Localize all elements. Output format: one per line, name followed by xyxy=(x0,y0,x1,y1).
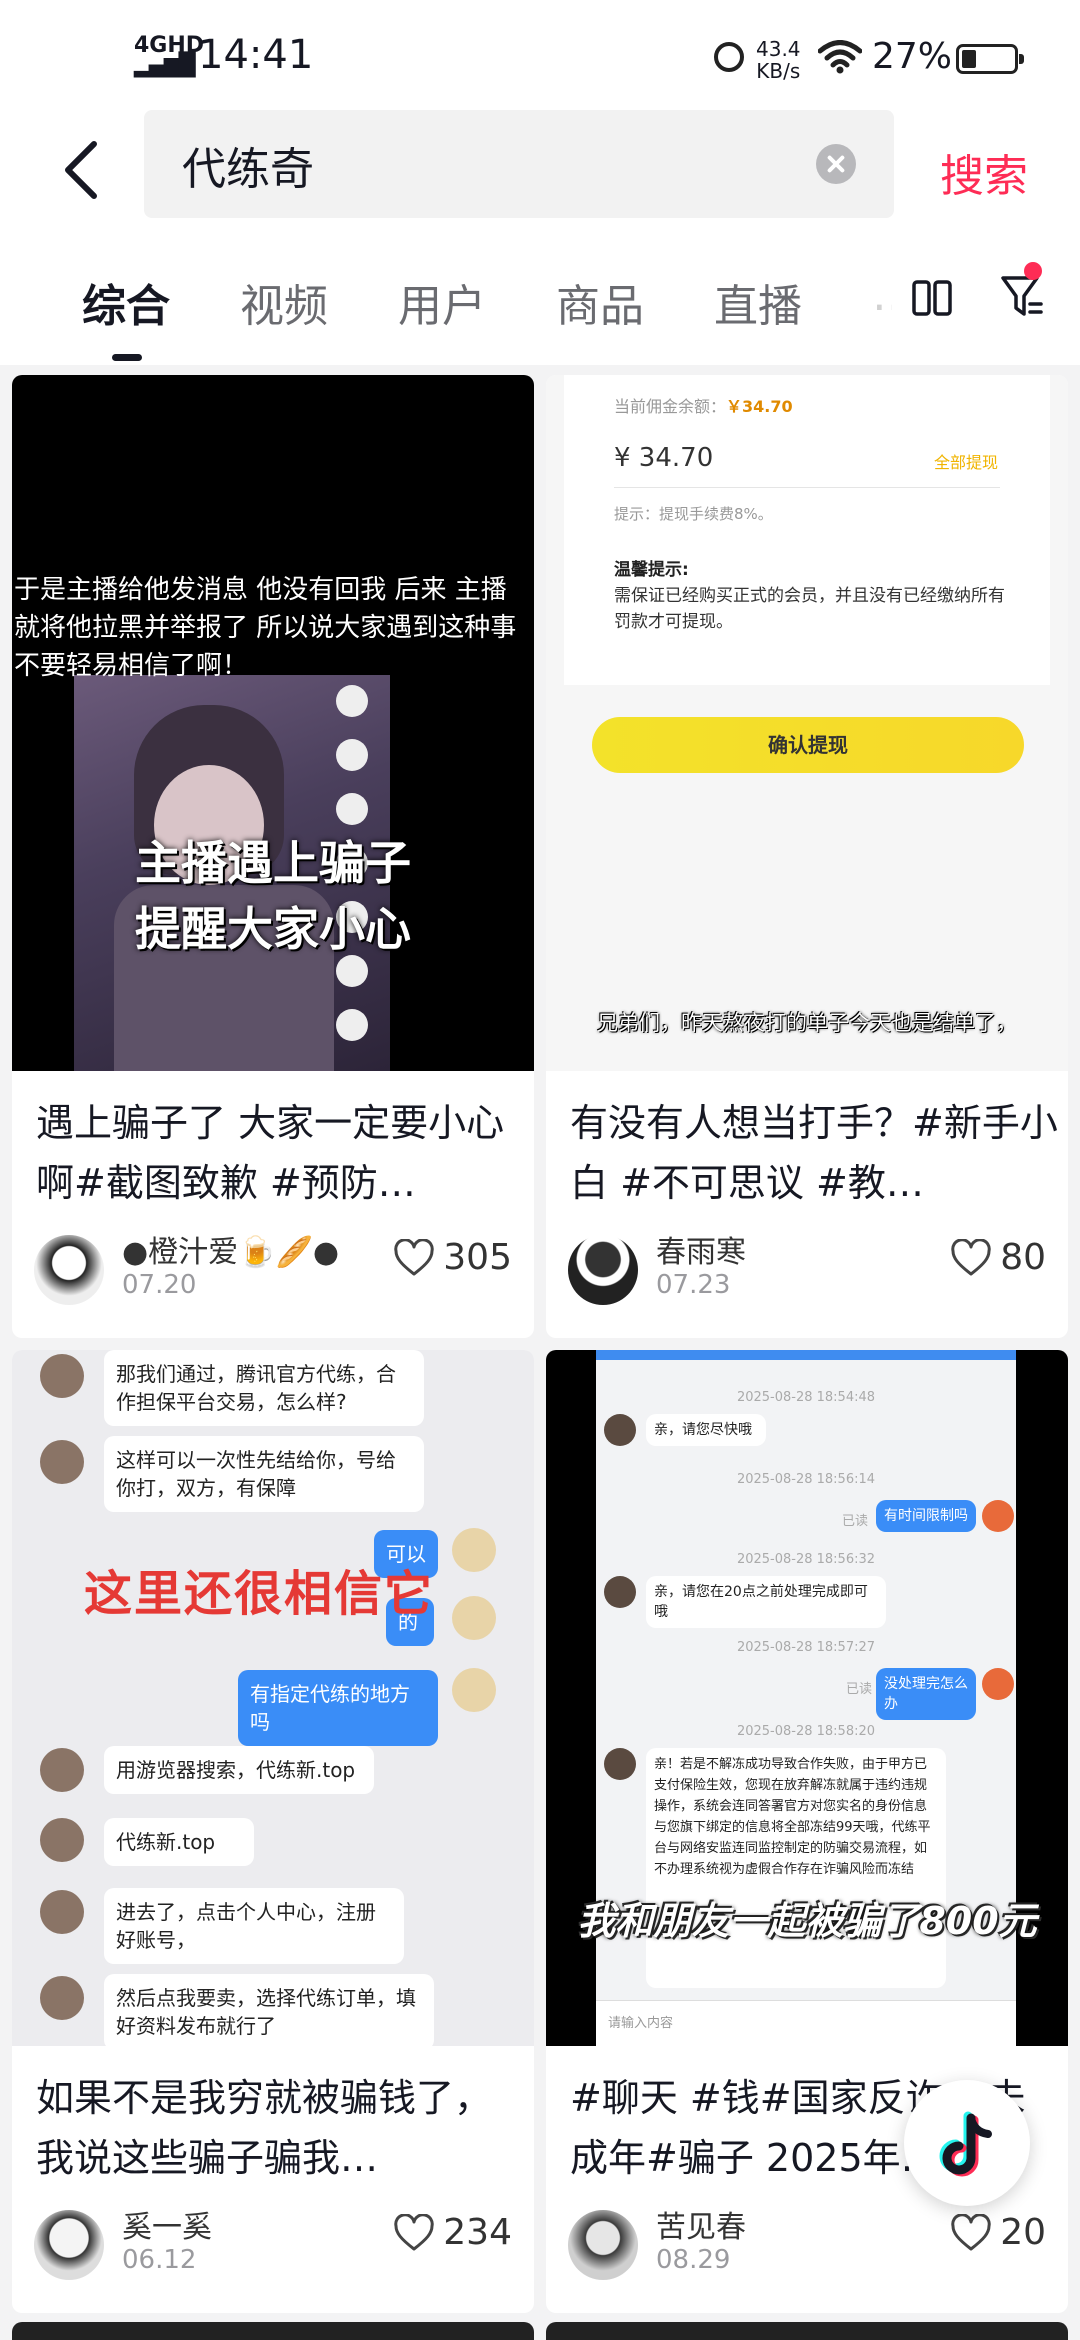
search-header: 搜索 xyxy=(0,110,1080,230)
filter-badge-dot xyxy=(1024,262,1042,280)
status-bar: 4GHD ▂▄▆█ 14:41 43.4 KB/s 27% xyxy=(0,0,1080,110)
post-date: 07.20 xyxy=(122,1270,197,1300)
video-card[interactable]: 那我们通过，腾讯官方代练，合作担保平台交易，怎么样? 这样可以一次性先结给你，号… xyxy=(12,1350,534,2313)
like-button[interactable]: 80 xyxy=(950,1237,1046,1278)
search-button[interactable]: 搜索 xyxy=(940,140,1028,204)
chat-message: 那我们通过，腾讯官方代练，合作担保平台交易，怎么样? xyxy=(104,1350,424,1426)
tab-comprehensive[interactable]: 综合 xyxy=(82,270,170,334)
author-name[interactable]: 苦见春 xyxy=(656,2202,746,2246)
cover-overlay-text: 我和朋友一起被骗了800元 xyxy=(577,1899,1037,1943)
avatar[interactable] xyxy=(568,1235,638,1305)
withdraw-panel: 当前佣金余额：￥34.70 ¥ 34.70 全部提现 提示：提现手续费8%。 温… xyxy=(564,375,1050,685)
filter-icon[interactable] xyxy=(1000,274,1044,320)
next-card-peek xyxy=(12,2322,534,2340)
like-count: 80 xyxy=(1000,1237,1046,1278)
avatar[interactable] xyxy=(34,2210,104,2280)
like-button[interactable]: 234 xyxy=(393,2212,512,2253)
alarm-icon xyxy=(714,42,744,72)
like-count: 305 xyxy=(443,1237,512,1278)
wifi-icon xyxy=(818,40,862,74)
filter-tabs: 综合 视频 用户 商品 直播 … xyxy=(0,230,1080,365)
network-speed: 43.4 KB/s xyxy=(756,37,801,83)
battery-percent: 27% xyxy=(872,36,953,77)
next-card-peek xyxy=(546,2322,1068,2340)
video-cover: 那我们通过，腾讯官方代练，合作担保平台交易，怎么样? 这样可以一次性先结给你，号… xyxy=(12,1350,534,2046)
clear-icon[interactable] xyxy=(816,144,856,184)
tab-users[interactable]: 用户 xyxy=(398,270,486,334)
cover-subtitle: 兄弟们，昨天熬夜打的单子今天也是结单了， xyxy=(597,1011,1017,1035)
cover-caption: 提醒大家小心 xyxy=(135,902,411,956)
heart-icon xyxy=(394,1238,434,1275)
chat-message: 这样可以一次性先结给你，号给你打，双方，有保障 xyxy=(104,1436,424,1512)
search-box xyxy=(144,110,894,220)
back-arrow-icon[interactable] xyxy=(50,130,110,210)
tab-live[interactable]: 直播 xyxy=(714,270,802,334)
chat-message: 进去了，点击个人中心，注册好账号， xyxy=(104,1888,404,1964)
chat-message: 然后点我要卖，选择代练订单，填好资料发布就行了 xyxy=(104,1974,434,2046)
floating-douyin-button[interactable] xyxy=(904,2080,1030,2206)
cover-caption: 主播遇上骗子 xyxy=(135,836,411,890)
like-button[interactable]: 305 xyxy=(393,1237,512,1278)
status-time: 14:41 xyxy=(198,32,314,78)
video-cover: 2025-08-28 18:54:48 亲，请您尽快哦 2025-08-28 1… xyxy=(546,1350,1068,2046)
post-date: 06.12 xyxy=(122,2245,197,2275)
video-cover: 当前佣金余额：￥34.70 ¥ 34.70 全部提现 提示：提现手续费8%。 温… xyxy=(546,375,1068,1071)
chat-message: 用游览器搜索，代练新.top xyxy=(104,1746,374,1794)
card-title: 遇上骗子了 大家一定要小心啊#截图致歉 #预防… xyxy=(36,1101,505,1205)
active-tab-indicator xyxy=(112,354,142,361)
post-date: 08.29 xyxy=(656,2245,731,2275)
heart-icon xyxy=(394,2213,434,2250)
author-name[interactable]: ●橙汁爱🍺🥖● xyxy=(122,1227,339,1271)
chat-message: 代练新.top xyxy=(104,1818,254,1866)
author-name[interactable]: 春雨寒 xyxy=(656,1227,746,1271)
signal-icon: 4GHD ▂▄▆█ xyxy=(134,33,205,78)
tab-video[interactable]: 视频 xyxy=(240,270,328,334)
like-button[interactable]: 20 xyxy=(950,2212,1046,2253)
heart-icon xyxy=(951,1238,991,1275)
battery-icon xyxy=(956,44,1024,74)
confirm-withdraw-button: 确认提现 xyxy=(592,717,1024,773)
like-count: 234 xyxy=(443,2212,512,2253)
author-name[interactable]: 奚一奚 xyxy=(122,2202,212,2246)
tab-fade xyxy=(860,270,920,330)
post-date: 07.23 xyxy=(656,1270,731,1300)
chat-message-sent: 有指定代练的地方吗 xyxy=(238,1670,438,1746)
heart-icon xyxy=(951,2213,991,2250)
like-count: 20 xyxy=(1000,2212,1046,2253)
video-card[interactable]: 当前佣金余额：￥34.70 ¥ 34.70 全部提现 提示：提现手续费8%。 温… xyxy=(546,375,1068,1338)
card-title: 如果不是我穷就被骗钱了，我说这些骗子骗我… xyxy=(36,2076,493,2180)
card-title: 有没有人想当打手？#新手小白 #不可思议 #教… xyxy=(570,1101,1058,1205)
layout-toggle-icon[interactable] xyxy=(912,278,952,318)
video-cover: 于是主播给他发消息 他没有回我 后来 主播就将他拉黑并举报了 所以说大家遇到这种… xyxy=(12,375,534,1071)
cover-overlay-text: 这里还很相信它 xyxy=(84,1566,435,1622)
video-card[interactable]: 于是主播给他发消息 他没有回我 后来 主播就将他拉黑并举报了 所以说大家遇到这种… xyxy=(12,375,534,1338)
avatar[interactable] xyxy=(34,1235,104,1305)
tab-products[interactable]: 商品 xyxy=(556,270,644,334)
douyin-logo-icon xyxy=(939,2111,992,2177)
search-input[interactable] xyxy=(180,110,744,220)
avatar[interactable] xyxy=(568,2210,638,2280)
cover-story-text: 于是主播给他发消息 他没有回我 后来 主播就将他拉黑并举报了 所以说大家遇到这种… xyxy=(14,575,517,681)
